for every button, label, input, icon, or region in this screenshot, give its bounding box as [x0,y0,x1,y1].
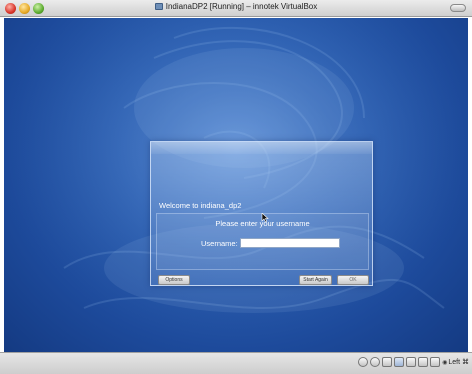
window-title-wrap: IndianaDP2 [Running] – innotek VirtualBo… [0,2,472,11]
mouse-pointer-icon [261,213,269,223]
hard-disk-icon[interactable] [358,357,368,367]
username-label: Username: [201,239,238,248]
vm-status-bar: ◉Left ⌘ [0,352,472,374]
cd-icon[interactable] [370,357,380,367]
vm-document-icon [154,3,163,10]
host-key-indicator: ◉Left ⌘ [442,358,469,366]
virtualbox-window: IndianaDP2 [Running] – innotek VirtualBo… [0,0,472,374]
host-key-arrow-icon: ◉ [442,360,448,366]
usb-icon[interactable] [406,357,416,367]
host-key-label: Left ⌘ [448,359,469,366]
window-title: IndianaDP2 [Running] – innotek VirtualBo… [165,2,318,11]
toolbar-toggle-button[interactable] [450,4,466,12]
shared-folder-icon[interactable] [418,357,428,367]
ok-button[interactable]: OK [337,275,369,285]
dialog-header-band [151,142,372,154]
window-titlebar[interactable]: IndianaDP2 [Running] – innotek VirtualBo… [0,0,472,17]
username-input[interactable] [240,238,340,248]
mouse-integration-icon[interactable] [430,357,440,367]
options-button[interactable]: Options [158,275,190,285]
network-icon[interactable] [394,357,404,367]
floppy-icon[interactable] [382,357,392,367]
vm-display[interactable]: Welcome to indiana_dp2 Please enter your… [4,18,468,352]
start-again-button[interactable]: Start Again [299,275,332,285]
device-status-icons [358,357,440,367]
welcome-message: Welcome to indiana_dp2 [159,201,242,210]
